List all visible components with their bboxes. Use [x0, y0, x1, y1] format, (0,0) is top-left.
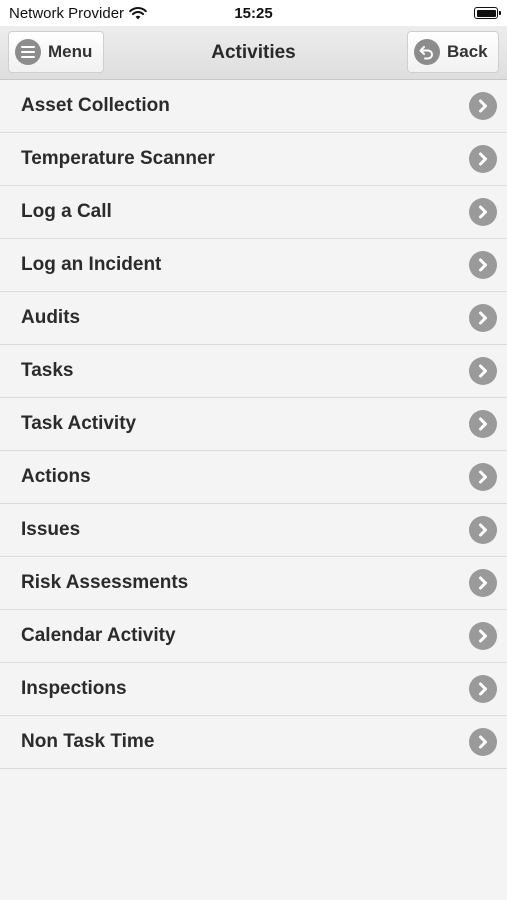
battery-icon	[474, 7, 501, 19]
list-item[interactable]: Audits	[0, 292, 507, 345]
list-item-label: Temperature Scanner	[21, 148, 215, 169]
list-item[interactable]: Calendar Activity	[0, 610, 507, 663]
back-button[interactable]: Back	[407, 31, 499, 73]
list-item[interactable]: Task Activity	[0, 398, 507, 451]
list-item-label: Risk Assessments	[21, 572, 189, 593]
list-item[interactable]: Log an Incident	[0, 239, 507, 292]
list-item[interactable]: Tasks	[0, 345, 507, 398]
chevron-right-icon	[469, 92, 497, 120]
list-item[interactable]: Issues	[0, 504, 507, 557]
chevron-right-icon	[469, 304, 497, 332]
chevron-right-icon	[469, 516, 497, 544]
list-item-label: Non Task Time	[21, 731, 155, 752]
chevron-right-icon	[469, 569, 497, 597]
chevron-right-icon	[469, 145, 497, 173]
list-item-label: Log an Incident	[21, 254, 162, 275]
chevron-right-icon	[469, 728, 497, 756]
nav-bar: Menu Activities Back	[0, 26, 507, 80]
list-item-label: Calendar Activity	[21, 625, 176, 646]
list-item-label: Asset Collection	[21, 95, 170, 116]
chevron-right-icon	[469, 251, 497, 279]
chevron-right-icon	[469, 622, 497, 650]
list-item[interactable]: Asset Collection	[0, 80, 507, 133]
list-item[interactable]: Log a Call	[0, 186, 507, 239]
list-item[interactable]: Risk Assessments	[0, 557, 507, 610]
back-button-label: Back	[447, 42, 488, 61]
list-item-label: Inspections	[21, 678, 127, 699]
chevron-right-icon	[469, 463, 497, 491]
list-item-label: Log a Call	[21, 201, 112, 222]
list-item-label: Audits	[21, 307, 81, 328]
list-item-label: Issues	[21, 519, 81, 540]
chevron-right-icon	[469, 357, 497, 385]
activities-list: Asset Collection Temperature Scanner Log…	[0, 80, 507, 769]
chevron-right-icon	[469, 410, 497, 438]
list-item-label: Actions	[21, 466, 91, 487]
status-time: 15:25	[234, 5, 273, 22]
chevron-right-icon	[469, 675, 497, 703]
status-bar: Network Provider 15:25	[0, 0, 507, 26]
list-item[interactable]: Actions	[0, 451, 507, 504]
list-item-label: Tasks	[21, 360, 74, 381]
list-item[interactable]: Inspections	[0, 663, 507, 716]
list-item[interactable]: Temperature Scanner	[0, 133, 507, 186]
list-item-label: Task Activity	[21, 413, 137, 434]
chevron-right-icon	[469, 198, 497, 226]
list-item[interactable]: Non Task Time	[0, 716, 507, 769]
back-arrow-icon	[414, 39, 440, 65]
